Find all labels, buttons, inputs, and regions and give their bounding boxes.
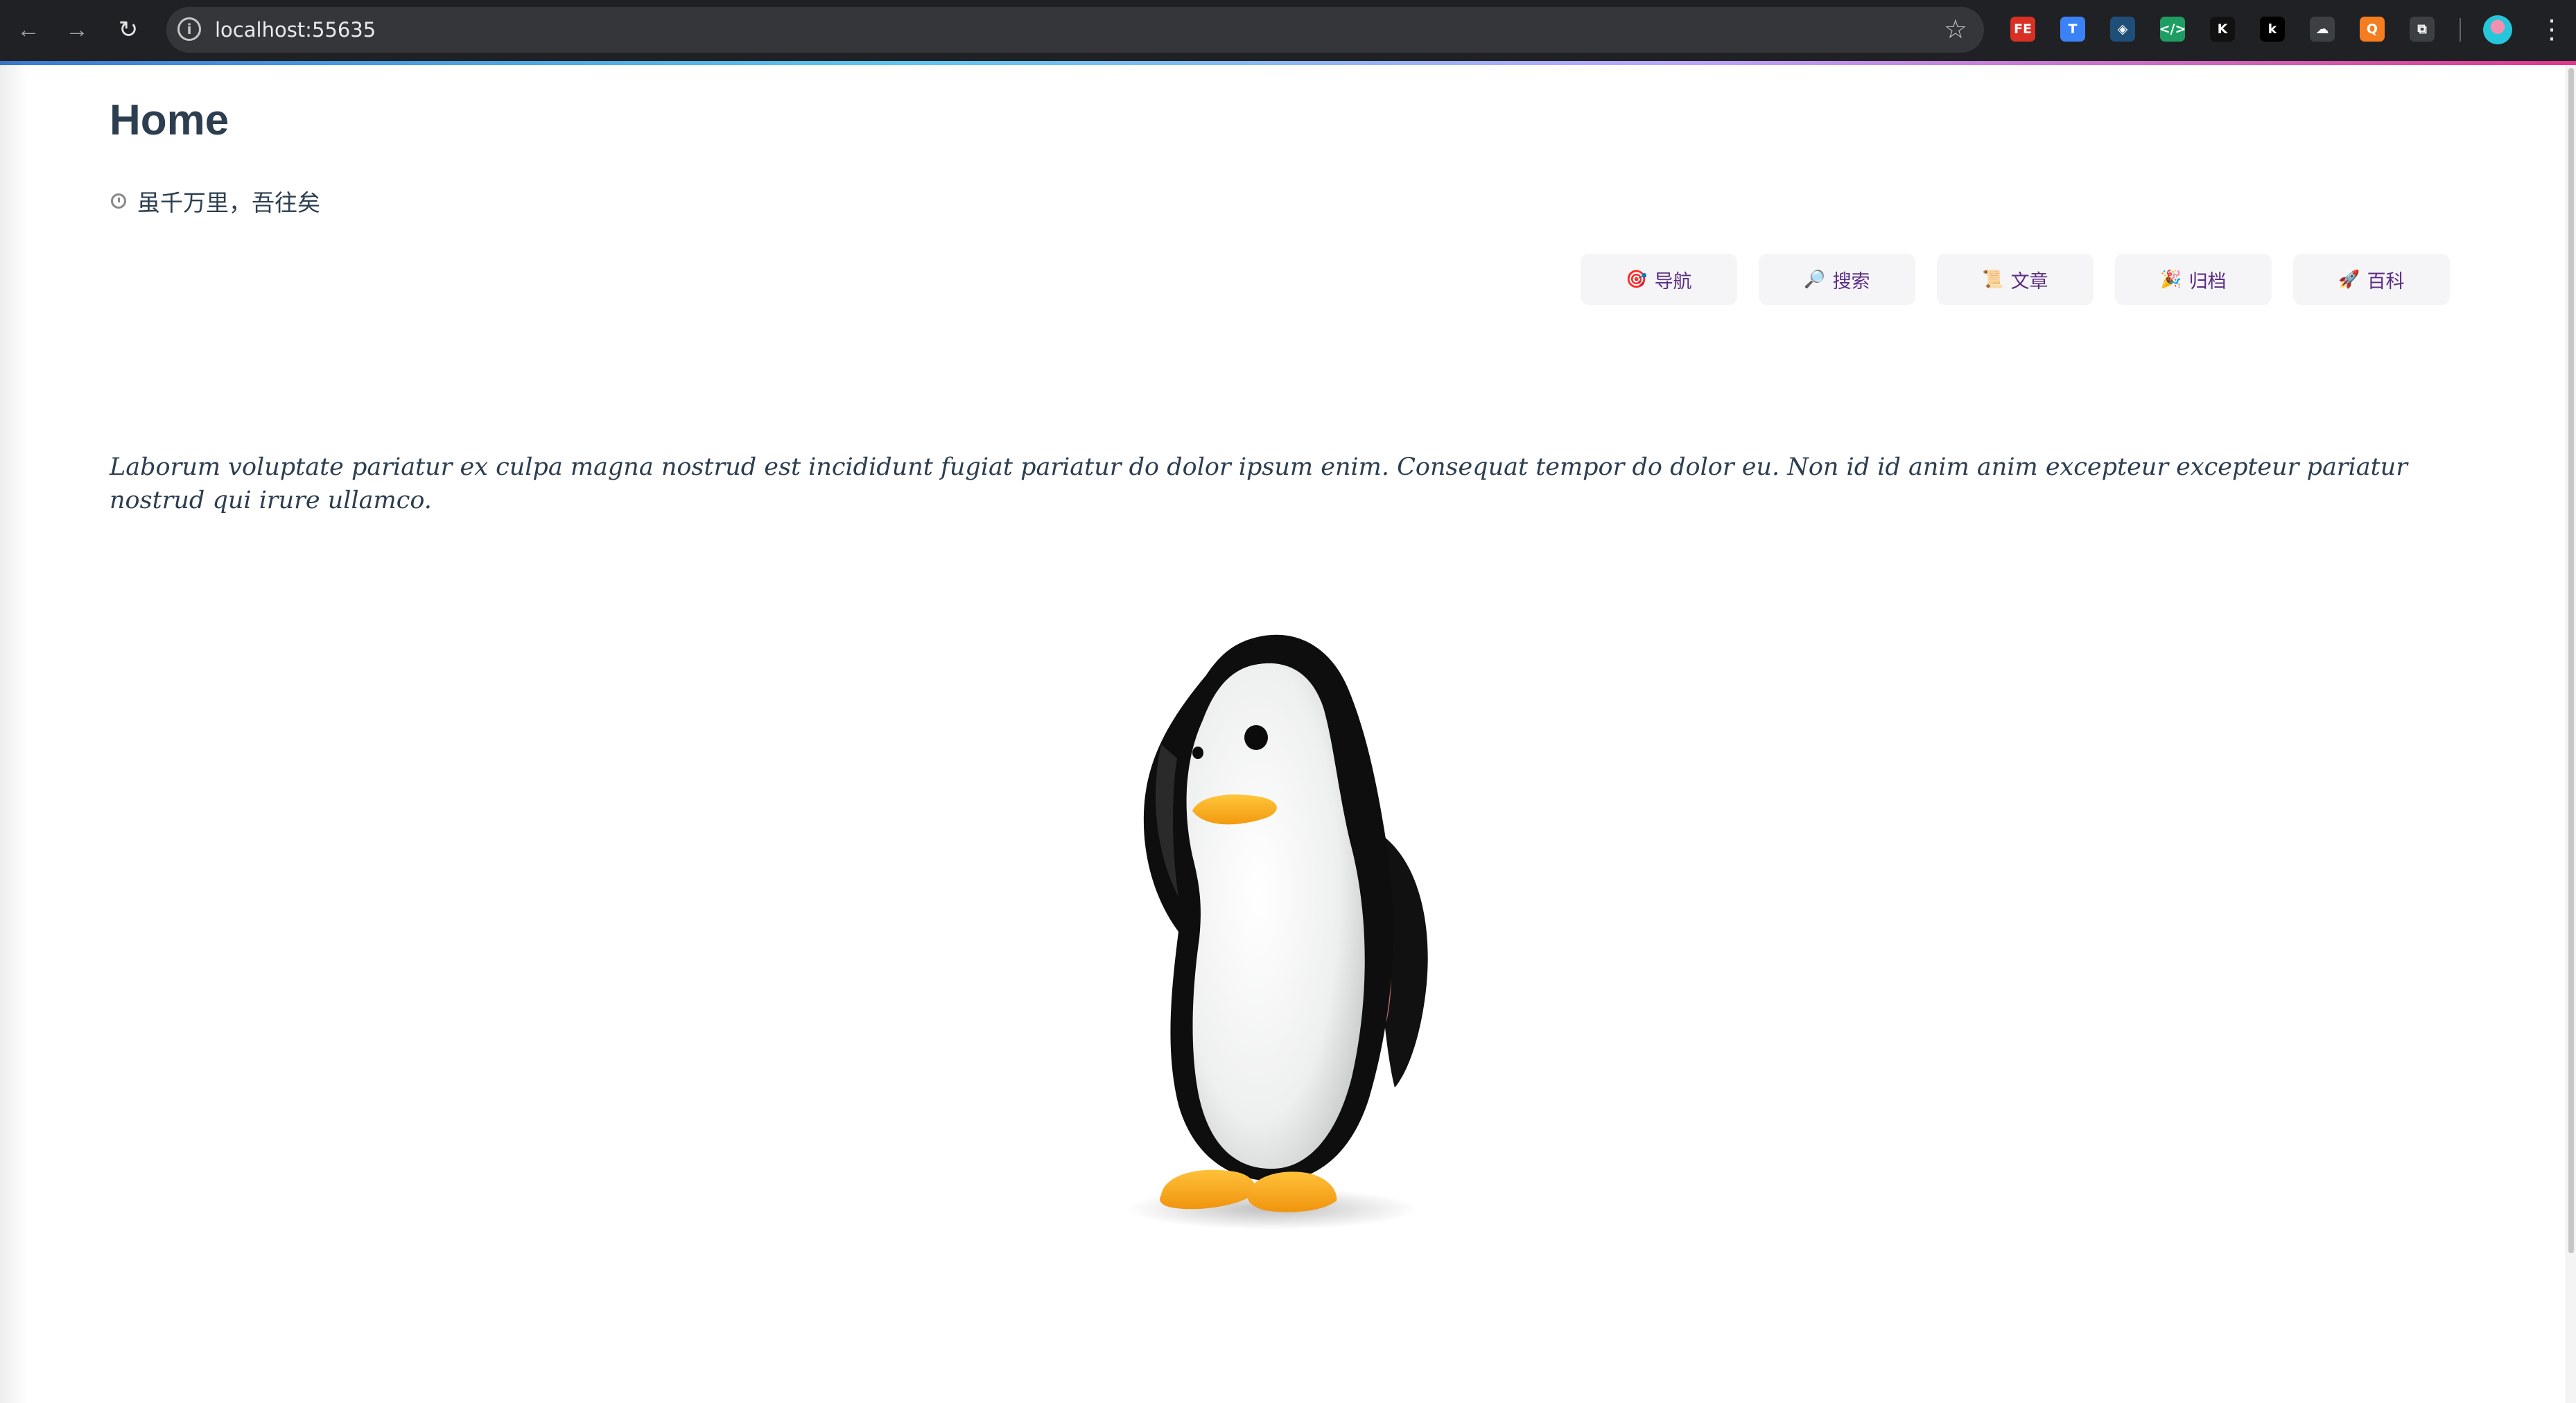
intro-paragraph: Laborum voluptate pariatur ex culpa magn…: [110, 453, 2408, 514]
extension-icon[interactable]: T: [2060, 17, 2085, 42]
forward-button[interactable]: →: [61, 14, 93, 46]
toolbar-divider: [2460, 18, 2461, 42]
arrow-right-icon: →: [65, 17, 89, 43]
extension-icon[interactable]: ⧉: [2410, 17, 2435, 42]
scroll-icon: 📜: [1982, 269, 2004, 289]
nav-label: 归档: [2188, 270, 2227, 293]
motto-text: 虽千万里，吾往矣: [137, 189, 320, 216]
nav-label: 文章: [2010, 270, 2048, 293]
address-bar[interactable]: i localhost:55635 ☆: [166, 7, 1984, 53]
extension-icon[interactable]: ☁: [2310, 17, 2335, 42]
nav-button-guide[interactable]: 🎯 导航: [1581, 254, 1737, 305]
penguin-left-eye: [1192, 747, 1203, 759]
party-icon: 🎉: [2160, 269, 2182, 289]
page-scrollbar[interactable]: [2566, 65, 2576, 1403]
nav-button-archive[interactable]: 🎉 归档: [2115, 254, 2272, 305]
nav-label: 导航: [1654, 270, 1692, 293]
extension-icon[interactable]: ◈: [2110, 17, 2135, 42]
quick-nav: 🎯 导航 🔎 搜索 📜 文章 🎉 归档 🚀 百科: [1581, 254, 2450, 305]
motto: 虽千万里，吾往矣: [111, 184, 320, 218]
clock-icon: [111, 193, 126, 209]
extension-icon[interactable]: K: [2210, 17, 2235, 42]
browser-menu-icon[interactable]: ⋮: [2539, 12, 2565, 47]
rocket-icon: 🚀: [2338, 269, 2360, 289]
nav-button-articles[interactable]: 📜 文章: [1937, 254, 2094, 305]
profile-avatar[interactable]: [2483, 15, 2512, 44]
page-title: Home: [110, 96, 229, 144]
extension-icon[interactable]: </>: [2159, 17, 2186, 42]
extension-icon[interactable]: k: [2260, 17, 2285, 42]
site-info-icon[interactable]: i: [177, 17, 201, 41]
penguin-illustration: [1126, 634, 1428, 1230]
reload-button[interactable]: ↻: [112, 14, 144, 46]
target-icon: 🎯: [1626, 269, 1648, 289]
bookmark-star-icon[interactable]: ☆: [1944, 15, 1967, 44]
search-icon: 🔎: [1804, 269, 1826, 289]
arrow-left-icon: ←: [17, 17, 40, 43]
nav-label: 搜索: [1832, 270, 1870, 293]
nav-button-wiki[interactable]: 🚀 百科: [2293, 254, 2450, 305]
page-viewport: Home 虽千万里，吾往矣 🎯 导航 🔎 搜索 📜 文章 🎉 归档 🚀 百科 L…: [0, 61, 2576, 1403]
progress-line: [0, 61, 2576, 65]
penguin-right-eye: [1244, 725, 1268, 750]
nav-button-search[interactable]: 🔎 搜索: [1759, 254, 1915, 305]
extension-icon[interactable]: Q: [2360, 17, 2385, 42]
url-text[interactable]: localhost:55635: [215, 7, 376, 53]
extension-icon[interactable]: FE: [2010, 17, 2035, 42]
scrollbar-thumb[interactable]: [2568, 68, 2574, 1253]
reload-icon: ↻: [118, 17, 139, 43]
nav-label: 百科: [2367, 270, 2405, 293]
back-button[interactable]: ←: [12, 14, 44, 46]
sidebar-shadow: [0, 61, 28, 1403]
browser-toolbar: ← → ↻ i localhost:55635 ☆ FE T ◈ </> Kk ☁ Q ⧉ ⋮: [0, 0, 2576, 60]
